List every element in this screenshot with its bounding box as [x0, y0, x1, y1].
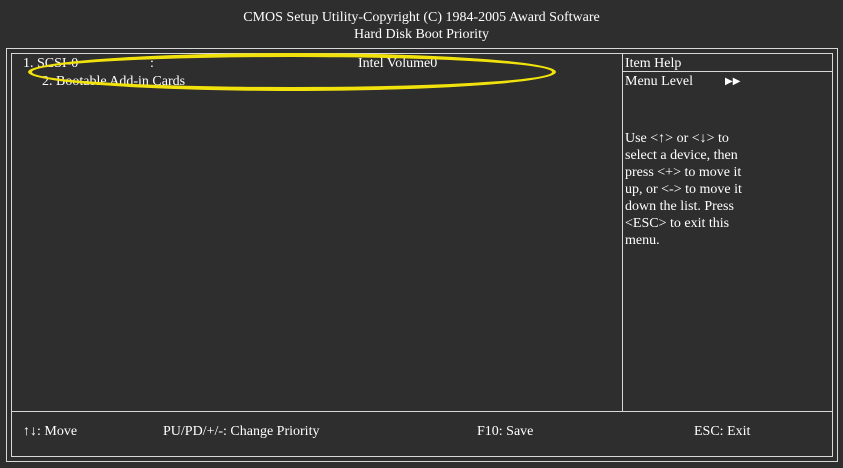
- save-key-hint: F10: Save: [477, 424, 534, 439]
- help-line: press <+> to move it: [625, 165, 742, 180]
- change-priority-key-hint: PU/PD/+/-: Change Priority: [163, 424, 320, 439]
- item-help-title: Item Help: [625, 56, 682, 71]
- menu-level-indicator-icon: ▶▶: [725, 76, 741, 87]
- menu-level-label: Menu Level: [625, 74, 694, 89]
- help-line: Use <↑> or <↓> to: [625, 131, 729, 146]
- help-line: select a device, then: [625, 148, 738, 163]
- help-line: <ESC> to exit this: [625, 216, 730, 231]
- utility-title: CMOS Setup Utility-Copyright (C) 1984-20…: [243, 10, 600, 25]
- page-title: Hard Disk Boot Priority: [354, 27, 489, 42]
- help-panel-divider: [622, 53, 623, 411]
- help-line: menu.: [625, 233, 660, 248]
- help-line: down the list. Press: [625, 199, 734, 214]
- move-key-hint: ↑↓: Move: [23, 424, 78, 439]
- help-description: Use <↑> or <↓> to select a device, then …: [625, 130, 825, 249]
- footer-divider: [11, 411, 833, 412]
- boot-item-value: Intel Volume0: [358, 56, 438, 71]
- boot-item-label: 2. Bootable Add-in Cards: [42, 74, 186, 89]
- help-line: up, or <-> to move it: [625, 182, 742, 197]
- boot-item-separator: :: [150, 56, 154, 71]
- boot-item-label: 1. SCSI-0: [23, 56, 79, 71]
- bios-screen: CMOS Setup Utility-Copyright (C) 1984-20…: [0, 0, 843, 468]
- inner-frame: [11, 53, 833, 457]
- exit-key-hint: ESC: Exit: [694, 424, 751, 439]
